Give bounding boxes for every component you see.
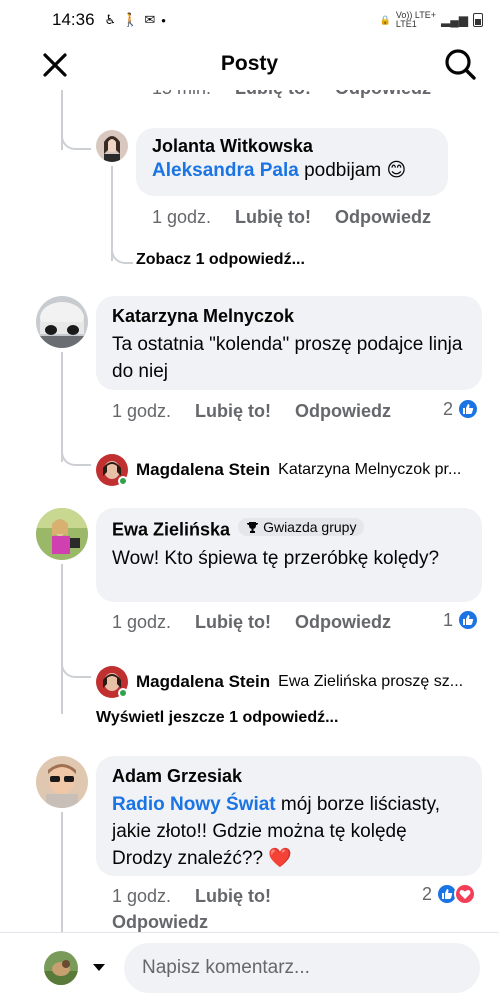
battery-icon [473, 13, 483, 27]
current-user-avatar[interactable] [44, 951, 78, 985]
online-status-icon [118, 476, 128, 486]
network-indicator: Vo)) LTE+ LTE1 [396, 11, 436, 29]
comment-actions: 1 godz. Lubię to! [112, 886, 271, 907]
love-reaction-icon [454, 883, 477, 905]
comment-time: 1 godz. [112, 401, 172, 421]
app-bar: Posty [0, 40, 499, 90]
status-time: 14:36 [52, 10, 95, 29]
avatar[interactable] [96, 130, 128, 162]
network-label-2: LTE1 [395, 19, 417, 29]
reply-button[interactable]: Odpowiedz [335, 207, 431, 228]
comment-text: Ta ostatnia "kolenda" proszę podajce lin… [112, 334, 463, 382]
like-reaction-icon [457, 609, 480, 631]
reaction-count: 2 [443, 398, 454, 419]
comment-author[interactable]: Katarzyna Melnyczok [112, 306, 466, 327]
heart-emoji-icon: ❤️ [268, 848, 292, 869]
comment-bubble[interactable]: Adam Grzesiak Radio Nowy Świat mój borze… [96, 756, 482, 876]
signal-icon: ▂▄▆ [441, 13, 468, 27]
mention-link[interactable]: Aleksandra Pala [152, 160, 299, 181]
comment-bubble[interactable]: Jolanta Witkowska Aleksandra Pala podbij… [136, 128, 448, 196]
avatar[interactable] [36, 296, 88, 348]
alarm-icon: 🔒 [379, 14, 391, 25]
comment-text: Radio Nowy Świat mój borze liściasty, ja… [112, 791, 466, 872]
comment-text: Aleksandra Pala podbijam 😊 [152, 157, 432, 184]
comment-time: 1 godz. [112, 612, 172, 632]
like-button[interactable]: Lubię to! [195, 612, 271, 633]
like-reaction-icon [457, 398, 480, 420]
reply-text: Ewa Zielińska proszę sz... [278, 673, 464, 690]
comment-time: 15 min. [152, 90, 211, 99]
comment-bubble[interactable]: Katarzyna Melnyczok Ta ostatnia "kolenda… [96, 296, 482, 390]
comment-body: podbijam [304, 160, 382, 181]
comment-author[interactable]: Adam Grzesiak [112, 766, 466, 787]
reply-author[interactable]: Magdalena Stein [136, 460, 270, 480]
like-button[interactable]: Lubię to! [195, 886, 271, 907]
comment-author[interactable]: Ewa Zielińska [112, 520, 230, 540]
trophy-icon [247, 521, 259, 533]
mention-link[interactable]: Radio Nowy Świat [112, 794, 276, 815]
partial-actions-row: 15 min. Lubię to! Odpowiedz [152, 90, 431, 99]
comment-time: 1 godz. [112, 886, 172, 906]
reply-preview[interactable]: Magdalena Stein Ewa Zielińska proszę sz.… [96, 666, 463, 698]
comment-text: Wow! Kto śpiewa tę przeróbkę kolędy? [112, 547, 440, 569]
comment-actions-wrap: Odpowiedz [112, 912, 208, 932]
see-replies-link[interactable]: Zobacz 1 odpowiedź... [136, 251, 305, 269]
group-star-badge[interactable]: Gwiazda grupy [238, 518, 365, 536]
reaction-summary[interactable]: 1 [443, 609, 480, 631]
comment-author-row: Ewa Zielińska Gwiazda grupy [112, 518, 466, 541]
reply-button[interactable]: Odpowiedz [112, 912, 208, 932]
reply-preview[interactable]: Magdalena Stein Katarzyna Melnyczok pr..… [96, 454, 461, 486]
reply-button[interactable]: Odpowiedz [295, 401, 391, 422]
reply-connector [111, 242, 133, 264]
reply-connector [61, 656, 91, 678]
status-notification-icons: ♿ 🚶 ✉ • [105, 12, 166, 28]
like-button[interactable]: Lubię to! [235, 207, 311, 228]
comment-actions: 1 godz. Lubię to! Odpowiedz [112, 401, 391, 422]
comments-feed[interactable]: 15 min. Lubię to! Odpowiedz Jolanta Witk… [0, 90, 499, 932]
thread-connector [61, 120, 91, 150]
mail-icon: ✉ [144, 12, 156, 27]
reply-button[interactable]: Odpowiedz [335, 90, 431, 99]
reply-connector [61, 444, 91, 466]
reply-author[interactable]: Magdalena Stein [136, 672, 270, 692]
like-button[interactable]: Lubię to! [195, 401, 271, 422]
reply-button[interactable]: Odpowiedz [295, 612, 391, 633]
walking-icon: 🚶 [122, 12, 139, 27]
online-status-icon [118, 688, 128, 698]
status-right: 🔒 Vo)) LTE+ LTE1 ▂▄▆ [380, 11, 483, 29]
avatar[interactable] [36, 508, 88, 560]
reaction-count: 1 [443, 609, 454, 630]
comment-time: 1 godz. [152, 207, 212, 227]
accessibility-icon: ♿ [104, 12, 117, 27]
reaction-summary[interactable]: 2 [422, 883, 477, 905]
reply-avatar-wrap [96, 666, 128, 698]
comment-composer [0, 932, 499, 1000]
comment-input[interactable] [124, 943, 480, 993]
thread-line [61, 812, 63, 932]
comment-author[interactable]: Jolanta Witkowska [152, 136, 432, 157]
thread-line [61, 564, 63, 714]
reaction-summary[interactable]: 2 [443, 398, 480, 420]
avatar[interactable] [36, 756, 88, 808]
comment-actions: 1 godz. Lubię to! Odpowiedz [112, 612, 391, 633]
like-button[interactable]: Lubię to! [235, 90, 311, 99]
dot-icon: • [161, 12, 166, 28]
reply-avatar-wrap [96, 454, 128, 486]
search-icon[interactable] [442, 46, 478, 82]
comment-actions: 1 godz. Lubię to! Odpowiedz [152, 207, 431, 228]
reply-text: Katarzyna Melnyczok pr... [278, 461, 462, 478]
page-title: Posty [220, 52, 279, 75]
see-more-replies-link[interactable]: Wyświetl jeszcze 1 odpowiedź... [96, 709, 338, 727]
comment-bubble[interactable]: Ewa Zielińska Gwiazda grupy Wow! Kto śpie… [96, 508, 482, 602]
badge-label: Gwiazda grupy [263, 519, 357, 535]
chevron-down-icon[interactable] [92, 963, 106, 972]
status-bar: 14:36 ♿ 🚶 ✉ • 🔒 Vo)) LTE+ LTE1 ▂▄▆ [0, 0, 499, 40]
smile-emoji-icon: 😊 [386, 160, 407, 181]
reaction-count: 2 [422, 883, 433, 904]
